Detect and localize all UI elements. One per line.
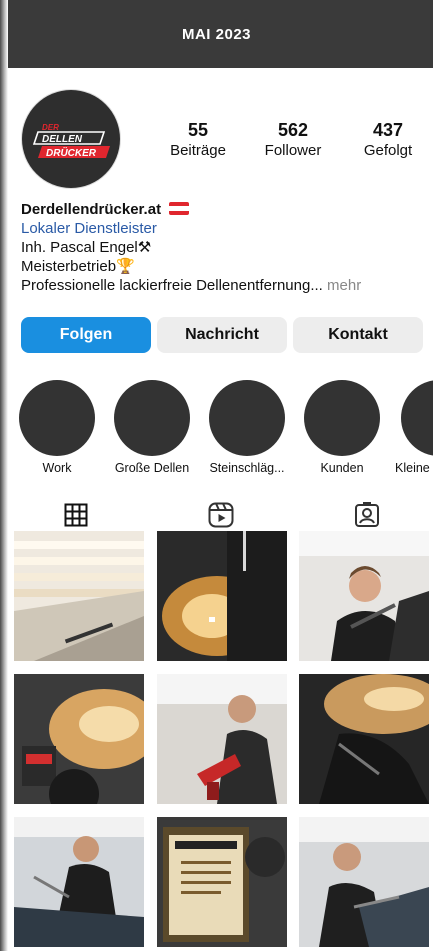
bio-line: Inh. Pascal Engel⚒ — [21, 238, 426, 257]
post-thumbnail[interactable] — [14, 531, 144, 661]
highlight-cover — [114, 380, 190, 456]
post-thumbnail[interactable] — [14, 817, 144, 947]
highlight-item[interactable]: Steinschläg... — [199, 380, 295, 475]
highlight-label: Steinschläg... — [209, 461, 285, 475]
follow-button[interactable]: Folgen — [21, 317, 151, 353]
month-title: MAI 2023 — [181, 25, 252, 43]
stat-value: 562 — [277, 120, 309, 140]
post-thumbnail[interactable] — [14, 674, 144, 804]
post-image — [157, 674, 287, 804]
svg-text:DER: DER — [42, 123, 59, 132]
stat-value: 437 — [372, 120, 404, 140]
stat-posts[interactable]: 55 Beiträge — [158, 120, 238, 160]
post-image — [299, 674, 429, 804]
profile-bio: Derdellendrücker.at Lokaler Dienstleiste… — [21, 200, 426, 295]
grid-icon — [64, 503, 88, 527]
post-thumbnail[interactable] — [299, 817, 429, 947]
app-screen: MAI 2023 DER DELLEN DRÜCKER 55 Beiträge … — [0, 0, 433, 951]
tab-reels[interactable] — [201, 500, 241, 530]
highlight-label: Kunden — [320, 461, 364, 475]
story-highlights: Work Große Dellen Steinschläg... Kunden … — [0, 380, 433, 475]
highlight-cover — [19, 380, 95, 456]
highlight-cover — [401, 380, 433, 456]
highlight-cover — [209, 380, 285, 456]
svg-text:DRÜCKER: DRÜCKER — [46, 146, 97, 159]
highlight-label: Kleine — [395, 461, 430, 475]
tab-tagged[interactable] — [347, 500, 387, 530]
post-image — [299, 817, 429, 947]
highlight-item[interactable]: Work — [9, 380, 105, 475]
reels-icon — [208, 502, 234, 528]
post-image — [157, 817, 287, 947]
bio-line: Meisterbetrieb🏆 — [21, 257, 426, 276]
svg-text:DELLEN: DELLEN — [42, 134, 83, 145]
stat-label: Follower — [264, 142, 322, 159]
stat-label: Beiträge — [170, 142, 226, 159]
post-thumbnail[interactable] — [157, 531, 287, 661]
profile-tabs — [0, 500, 433, 530]
bio-text: Meisterbetrieb — [21, 258, 117, 275]
profile-category[interactable]: Lokaler Dienstleister — [21, 219, 426, 238]
post-image — [14, 674, 144, 804]
post-image — [299, 531, 429, 661]
post-image — [157, 531, 287, 661]
post-thumbnail[interactable] — [299, 531, 429, 661]
trophy-icon: 🏆 — [116, 258, 135, 275]
tab-posts[interactable] — [56, 500, 96, 530]
austria-flag-icon — [169, 202, 190, 215]
profile-avatar[interactable]: DER DELLEN DRÜCKER — [22, 90, 120, 188]
left-edge-shadow — [0, 0, 8, 951]
post-image — [14, 817, 144, 947]
highlight-item[interactable]: Große Dellen — [104, 380, 200, 475]
bio-text: Professionelle lackierfreie Dellenentfer… — [21, 277, 323, 294]
bio-line: Professionelle lackierfreie Dellenentfer… — [21, 276, 426, 295]
bio-text: Inh. Pascal Engel — [21, 239, 138, 256]
post-thumbnail[interactable] — [299, 674, 429, 804]
profile-stats: 55 Beiträge 562 Follower 437 Gefolgt — [158, 120, 428, 160]
tagged-icon — [355, 502, 379, 527]
message-button[interactable]: Nachricht — [157, 317, 287, 353]
highlight-item[interactable]: Kleine — [389, 380, 433, 475]
logo-icon: DER DELLEN DRÜCKER — [23, 91, 119, 187]
stat-followers[interactable]: 562 Follower — [253, 120, 333, 160]
post-thumbnail[interactable] — [157, 817, 287, 947]
stat-following[interactable]: 437 Gefolgt — [348, 120, 428, 160]
top-bar: MAI 2023 — [0, 0, 433, 68]
post-image — [14, 531, 144, 661]
profile-name: Derdellendrücker.at — [21, 201, 162, 218]
profile-name-row: Derdellendrücker.at — [21, 200, 426, 219]
post-thumbnail[interactable] — [157, 674, 287, 804]
stat-value: 55 — [187, 120, 209, 140]
hammer-pick-icon: ⚒ — [137, 239, 152, 256]
highlight-label: Work — [42, 461, 72, 475]
highlight-label: Große Dellen — [114, 461, 190, 475]
stat-label: Gefolgt — [363, 142, 413, 159]
profile-actions: Folgen Nachricht Kontakt — [21, 317, 423, 353]
more-link[interactable]: mehr — [327, 277, 361, 294]
highlight-item[interactable]: Kunden — [294, 380, 390, 475]
contact-button[interactable]: Kontakt — [293, 317, 423, 353]
highlight-cover — [304, 380, 380, 456]
